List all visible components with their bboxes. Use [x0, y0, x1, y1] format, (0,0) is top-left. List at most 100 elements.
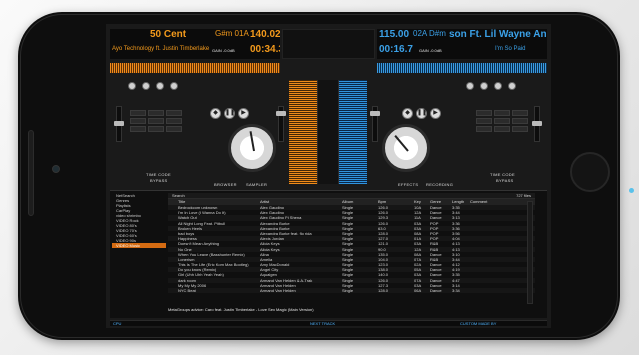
file-count: 727 files	[516, 193, 531, 198]
cell-bpm: 128.0	[378, 288, 389, 293]
table-row[interactable]: NYC Beat Armand Van Helden Single 128.0 06A D…	[168, 288, 535, 294]
cell-artist: Armand Van Helden	[260, 288, 296, 293]
sampler-tab[interactable]: SAMPLER	[246, 182, 267, 187]
left-eq-knobs[interactable]	[128, 82, 178, 90]
pad[interactable]	[476, 110, 492, 116]
left-cue-button[interactable]: ◆	[210, 108, 221, 119]
left-play-button[interactable]: ▶	[238, 108, 249, 119]
pad[interactable]	[494, 118, 510, 124]
right-jog-wheel[interactable]	[382, 124, 430, 172]
right-transport: ◆ ❚❚ ▶	[402, 108, 441, 119]
left-pause-button[interactable]: ❚❚	[224, 108, 235, 119]
left-transport: ◆ ❚❚ ▶	[210, 108, 249, 119]
left-deck-header: 50 Cent G#m 01A 140.02 Ayo Technology ft…	[110, 29, 280, 59]
right-title: I'm So Paid	[495, 46, 526, 52]
pad[interactable]	[476, 126, 492, 132]
pad[interactable]	[166, 110, 182, 116]
right-play-button[interactable]: ▶	[430, 108, 441, 119]
right-bpm: 115.00	[379, 29, 410, 40]
right-knob-4[interactable]	[508, 82, 516, 90]
right-gain: GAIN -0.0dB	[419, 48, 442, 53]
left-time: 00:34.3	[250, 44, 280, 55]
left-pitch-handle[interactable]	[114, 121, 124, 126]
pad[interactable]	[130, 110, 146, 116]
left-pitch-fader[interactable]	[114, 106, 124, 142]
pad[interactable]	[166, 126, 182, 132]
left-pad-grid	[130, 110, 182, 132]
left-knob-3[interactable]	[156, 82, 164, 90]
right-knob-3[interactable]	[494, 82, 502, 90]
right-cue-button[interactable]: ◆	[402, 108, 413, 119]
right-pitch-fader[interactable]	[532, 106, 542, 142]
pad[interactable]	[166, 118, 182, 124]
right-key: 02A D#m	[413, 29, 446, 38]
left-gain: GAIN -0.0dB	[212, 48, 235, 53]
pad[interactable]	[512, 118, 528, 124]
cell-comment	[470, 288, 488, 293]
list-scrollbar[interactable]	[527, 201, 533, 304]
dj-app-screen: 50 Cent G#m 01A 140.02 Ayo Technology ft…	[106, 24, 551, 328]
center-mixer	[317, 80, 339, 184]
right-volume-fader[interactable]	[370, 106, 380, 142]
camera-icon	[52, 165, 60, 173]
cell-album: Single	[342, 288, 354, 293]
left-volume-fader[interactable]	[276, 106, 286, 142]
left-key: G#m 01A	[215, 29, 249, 38]
cpu-label: CPU	[113, 321, 122, 326]
right-pause-button[interactable]: ❚❚	[416, 108, 427, 119]
left-artist: 50 Cent	[150, 29, 187, 40]
effects-tab[interactable]: EFFECTS	[398, 182, 418, 187]
right-time: 00:16.7	[379, 44, 413, 55]
pad[interactable]	[512, 110, 528, 116]
cell-title: NYC Beat	[178, 288, 196, 293]
pad[interactable]	[476, 118, 492, 124]
left-jog-needle	[249, 131, 255, 152]
pad[interactable]	[130, 118, 146, 124]
home-button[interactable]	[570, 152, 610, 192]
pad[interactable]	[512, 126, 528, 132]
cell-icon	[168, 288, 178, 293]
track-rows: Bedrockcom unknown Alex Gaudino Single 126.…	[168, 205, 535, 294]
recording-tab[interactable]: RECORDING	[426, 182, 453, 187]
advice-line: MetaGroups advice: Caro feat. Justin Tim…	[168, 307, 314, 312]
pad[interactable]	[148, 110, 164, 116]
cell-genre: Dance	[430, 288, 442, 293]
browser-tab[interactable]: BROWSER	[214, 182, 237, 187]
right-knob-2[interactable]	[480, 82, 488, 90]
left-knob-1[interactable]	[128, 82, 136, 90]
left-volume-handle[interactable]	[276, 111, 286, 116]
left-knob-4[interactable]	[170, 82, 178, 90]
right-deck-header: 115.00 02A D#m son Ft. Lil Wayne And You…	[377, 29, 547, 59]
right-eq-knobs[interactable]	[466, 82, 516, 90]
left-jog-wheel[interactable]	[228, 124, 276, 172]
left-knob-2[interactable]	[142, 82, 150, 90]
track-list: Search 727 files Title Artist Album Bpm …	[168, 193, 535, 316]
next-track-label[interactable]: NEXT TRACK	[310, 321, 335, 327]
left-waveform[interactable]	[110, 63, 280, 73]
right-waveform[interactable]	[377, 63, 547, 73]
pad[interactable]	[130, 126, 146, 132]
left-bypass-label: BYPASS	[150, 178, 168, 183]
left-scrolling-waveform	[289, 80, 317, 184]
left-title: Ayo Technology ft. Justin Timberlake	[112, 46, 210, 52]
phone-frame: 50 Cent G#m 01A 140.02 Ayo Technology ft…	[18, 12, 634, 340]
custom-made-by: CUSTOM MADE BY	[460, 321, 497, 326]
pad[interactable]	[494, 110, 510, 116]
right-bypass-label: BYPASS	[496, 178, 514, 183]
pad[interactable]	[148, 118, 164, 124]
right-volume-handle[interactable]	[370, 111, 380, 116]
search-label: Search	[172, 193, 185, 198]
speaker-grill	[28, 130, 34, 216]
pad[interactable]	[148, 126, 164, 132]
cell-key: 06A	[414, 288, 422, 293]
center-mini-waveform	[282, 29, 375, 59]
cell-length: 3:34	[452, 288, 460, 293]
right-timecode-label: TIME CODE	[490, 172, 515, 177]
status-bar: CPU NEXT TRACK CUSTOM MADE BY	[110, 320, 547, 326]
right-pitch-handle[interactable]	[532, 121, 542, 126]
folder-item-selected[interactable]: VIDEO Music	[112, 243, 166, 248]
right-scrolling-waveform	[339, 80, 367, 184]
pad[interactable]	[494, 126, 510, 132]
left-bpm: 140.02	[250, 29, 280, 40]
right-knob-1[interactable]	[466, 82, 474, 90]
